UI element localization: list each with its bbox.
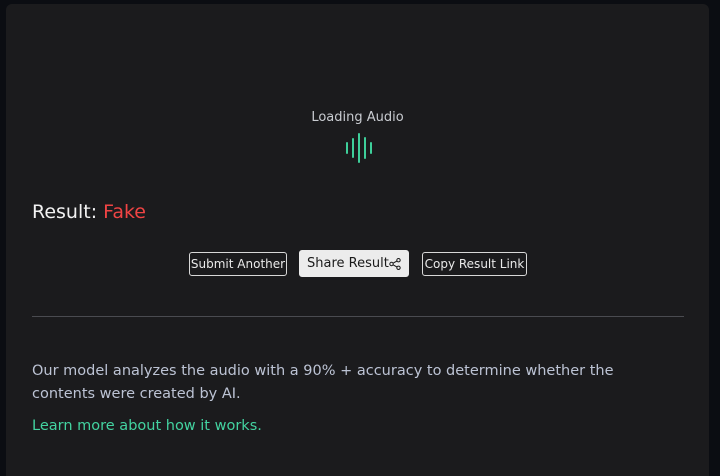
result-panel: Loading Audio Result: Fake Submit Anothe… [6,4,709,476]
share-icon [389,258,401,270]
audio-waveform-icon [344,133,374,163]
model-description: Our model analyzes the audio with a 90% … [32,363,614,402]
share-result-label: Share Result [307,256,389,271]
result-value: Fake [103,201,146,223]
share-result-button[interactable]: Share Result [299,250,409,277]
learn-more-link[interactable]: Learn more about how it works. [32,418,262,434]
result-line: Result: Fake [32,201,146,223]
loading-audio-label: Loading Audio [311,110,404,125]
submit-another-button[interactable]: Submit Another [189,252,287,276]
result-label: Result: [32,201,98,223]
copy-result-link-button[interactable]: Copy Result Link [422,252,527,276]
section-divider [32,316,684,317]
